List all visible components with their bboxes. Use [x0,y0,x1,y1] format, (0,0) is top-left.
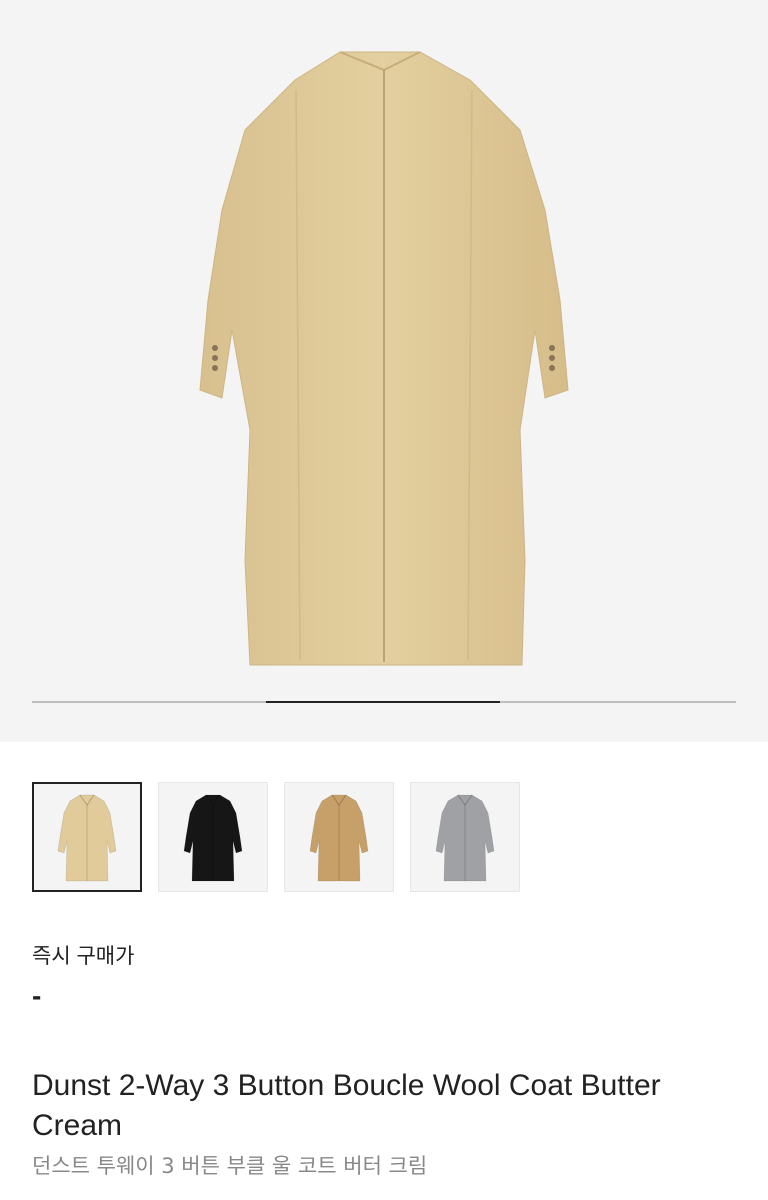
product-image-gallery[interactable] [0,0,768,742]
coat-thumbnail-icon [183,794,243,882]
product-title-korean: 던스트 투웨이 3 버튼 부클 울 코트 버터 크림 [32,1154,428,1178]
image-progress-indicator [266,701,500,703]
thumbnail-black[interactable] [158,782,268,892]
thumbnail-butter-cream[interactable] [32,782,142,892]
instant-buy-price-value: - [32,980,42,1011]
coat-thumbnail-icon [435,794,495,882]
product-title: Dunst 2-Way 3 Button Boucle Wool Coat Bu… [32,1069,661,1142]
coat-main-image [199,51,569,666]
instant-buy-price-label: 즉시 구매가 [32,945,135,968]
coat-thumbnail-icon [309,794,369,882]
image-progress-track [32,701,736,703]
thumbnail-camel[interactable] [284,782,394,892]
coat-thumbnail-icon [57,794,117,882]
thumbnail-grey[interactable] [410,782,520,892]
